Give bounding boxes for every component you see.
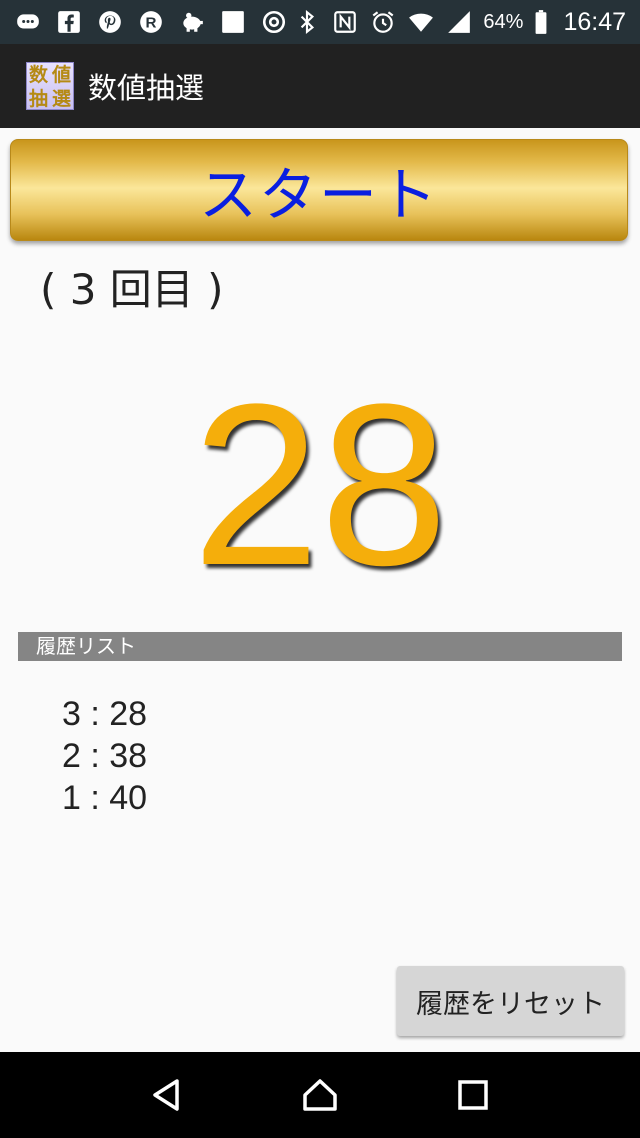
list-item: 1 : 40 [62,779,148,817]
battery-percent: 64% [483,10,524,33]
wifi-icon [407,8,435,36]
list-item: 2 : 38 [62,737,148,775]
app-logo-icon: 数 値 抽 選 [26,62,74,110]
pinterest-icon [96,8,124,36]
recents-button[interactable] [443,1065,503,1125]
alarm-icon [369,8,397,36]
home-icon [303,1079,337,1111]
back-icon [152,1079,179,1111]
app-logo-char: 選 [51,88,71,110]
nfc-icon [331,8,359,36]
list-item: 3 : 28 [62,695,148,733]
facebook-icon [55,8,83,36]
chat-icon [14,8,42,36]
navigation-bar [0,1052,640,1138]
recents-icon [458,1080,489,1110]
at-icon [260,8,288,36]
app-title: 数値抽選 [88,71,205,105]
status-bar: R 64% 16:47 [0,0,640,44]
bluetooth-icon [293,8,321,36]
system-icons: 64% 16:47 [293,8,626,37]
notification-icons: R [14,8,293,36]
start-button-label: スタート [198,161,439,229]
battery-icon [533,8,549,36]
reset-history-button[interactable]: 履歴をリセット [397,966,624,1036]
blank-app-icon [219,8,247,36]
app-bar: 数 値 抽 選 数値抽選 [0,44,640,128]
back-button[interactable] [137,1065,197,1125]
clock: 16:47 [563,7,626,36]
history-header: 履歴リスト [18,632,622,661]
app-logo-char: 数 [28,64,48,86]
history-list: 3 : 28 2 : 38 1 : 40 [62,693,147,819]
round-counter: ( 3 回目 ) [40,265,224,314]
piggy-bank-icon [178,8,206,36]
home-button[interactable] [290,1065,350,1125]
svg-text:R: R [146,14,157,31]
signal-icon [445,8,473,36]
app-logo-char: 値 [51,64,71,86]
drawn-number: 28 [192,356,448,613]
start-button[interactable]: スタート [10,139,628,241]
app-logo-char: 抽 [28,88,48,110]
rakuten-icon: R [137,8,165,36]
